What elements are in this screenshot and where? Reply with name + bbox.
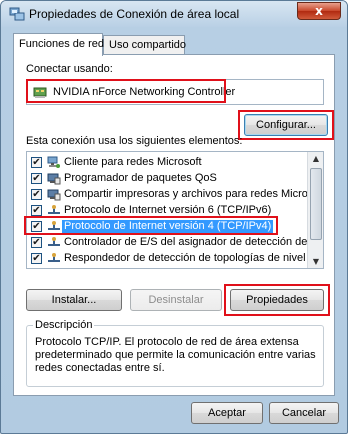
network-service-icon — [47, 173, 61, 185]
scroll-down-icon[interactable]: ▼ — [310, 257, 322, 266]
list-item[interactable]: ✔ Compartir impresoras y archivos para r… — [27, 188, 323, 202]
tab-uso-compartido[interactable]: Uso compartido — [103, 35, 186, 55]
cancel-button[interactable]: Cancelar — [269, 402, 339, 424]
list-item[interactable]: ✔ Respondedor de detección de topologías… — [27, 252, 323, 266]
network-connection-icon — [9, 7, 25, 21]
properties-dialog: Propiedades de Conexión de área local x … — [0, 0, 348, 434]
item-checkbox[interactable]: ✔ — [31, 157, 42, 168]
scroll-up-icon[interactable]: ▲ — [310, 154, 322, 163]
item-checkbox[interactable]: ✔ — [31, 237, 42, 248]
components-list[interactable]: ✔ Cliente para redes Microsoft ✔ Program… — [26, 151, 324, 269]
description-title: Descripción — [33, 319, 95, 331]
item-checkbox[interactable]: ✔ — [31, 173, 42, 184]
properties-highlight-box — [224, 284, 330, 316]
item-checkbox[interactable]: ✔ — [31, 205, 42, 216]
window-title: Propiedades de Conexión de área local — [29, 7, 240, 21]
protocol-icon — [48, 237, 60, 246]
description-text: Protocolo TCP/IP. El protocolo de red de… — [35, 336, 316, 374]
protocol-icon — [48, 253, 60, 262]
uninstall-button[interactable]: Desinstalar — [130, 289, 222, 311]
item-label: Programador de paquetes QoS — [64, 172, 217, 184]
network-client-icon — [47, 156, 60, 168]
title-bar[interactable]: Propiedades de Conexión de área local x — [1, 1, 347, 27]
tab-funciones-de-red[interactable]: Funciones de red — [13, 33, 104, 56]
item-label: Cliente para redes Microsoft — [64, 156, 202, 168]
components-label: Esta conexión usa los siguientes element… — [26, 135, 243, 147]
list-item[interactable]: ✔ Controlador de E/S del asignador de de… — [27, 236, 323, 250]
tab-panel: Conectar usando: NVIDIA nForce Networkin… — [13, 54, 335, 396]
list-item[interactable]: ✔ Programador de paquetes QoS — [27, 172, 309, 186]
connect-using-label: Conectar usando: — [26, 63, 113, 75]
close-button[interactable]: x — [297, 2, 341, 20]
item-label: Controlador de E/S del asignador de dete… — [64, 236, 324, 248]
description-group: Descripción Protocolo TCP/IP. El protoco… — [26, 319, 324, 387]
item-label: Compartir impresoras y archivos para red… — [64, 188, 324, 200]
scroll-thumb[interactable] — [310, 168, 322, 240]
configure-highlight-box — [238, 110, 334, 140]
item-label: Respondedor de detección de topologías d… — [64, 252, 324, 264]
item-checkbox[interactable]: ✔ — [31, 253, 42, 264]
list-item[interactable]: ✔ Cliente para redes Microsoft — [27, 156, 309, 170]
item-checkbox[interactable]: ✔ — [31, 189, 42, 200]
install-button[interactable]: Instalar... — [26, 289, 122, 311]
adapter-highlight-box — [26, 79, 226, 103]
ipv4-highlight-box — [24, 216, 278, 235]
network-service-icon — [47, 189, 61, 201]
ok-button[interactable]: Aceptar — [191, 402, 263, 424]
list-scrollbar[interactable]: ▲ ▼ — [307, 152, 323, 268]
